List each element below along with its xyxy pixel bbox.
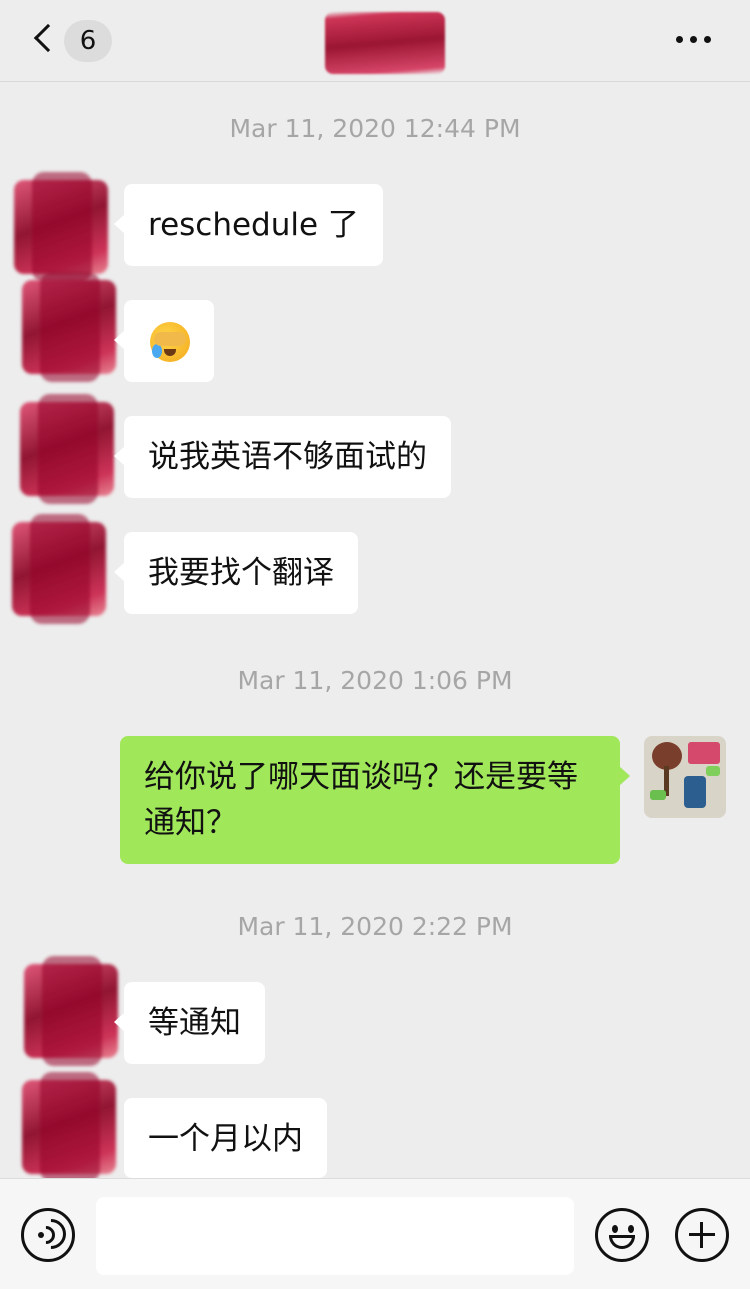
chat-header: 6 bbox=[0, 0, 750, 82]
emoji-button[interactable] bbox=[595, 1208, 649, 1262]
message-text: 给你说了哪天面谈吗？还是要等通知？ bbox=[144, 759, 578, 841]
message-bubble[interactable]: reschedule 了 bbox=[114, 184, 383, 266]
timestamp: Mar 11, 2020 2:22 PM bbox=[237, 912, 513, 941]
plus-button[interactable] bbox=[675, 1208, 729, 1262]
message-text: 说我英语不够面试的 bbox=[148, 439, 427, 475]
back-button[interactable]: 6 bbox=[28, 20, 118, 62]
message-text: reschedule 了 bbox=[148, 207, 359, 243]
face-with-hand-over-mouth-crying-emoji bbox=[150, 322, 190, 362]
avatar-redacted[interactable] bbox=[22, 272, 116, 382]
message-bubble[interactable]: 说我英语不够面试的 bbox=[114, 416, 451, 498]
chevron-left-icon bbox=[33, 23, 63, 53]
emoji-icon bbox=[612, 1225, 618, 1233]
avatar-redacted[interactable] bbox=[12, 514, 106, 624]
message-text: 一个月以内 bbox=[148, 1121, 303, 1157]
avatar-redacted[interactable] bbox=[24, 956, 118, 1066]
timestamp: Mar 11, 2020 1:06 PM bbox=[237, 666, 513, 695]
avatar-redacted[interactable] bbox=[22, 1072, 116, 1182]
input-bar bbox=[0, 1178, 750, 1289]
message-bubble[interactable]: 一个月以内 bbox=[124, 1098, 327, 1178]
chat-title-redacted bbox=[325, 12, 445, 74]
voice-button[interactable] bbox=[21, 1208, 75, 1262]
message-text: 我要找个翻译 bbox=[148, 555, 334, 591]
timestamp: Mar 11, 2020 12:44 PM bbox=[229, 114, 521, 143]
chat-screen: 6 Mar 11, 2020 12:44 PM reschedule 了 说我英… bbox=[0, 0, 750, 1289]
message-bubble[interactable]: 我要找个翻译 bbox=[114, 532, 358, 614]
self-avatar[interactable] bbox=[644, 736, 726, 818]
unread-count-badge: 6 bbox=[64, 20, 112, 62]
more-horizontal-icon bbox=[676, 36, 683, 43]
message-bubble[interactable] bbox=[114, 300, 214, 382]
message-bubble-outgoing[interactable]: 给你说了哪天面谈吗？还是要等通知？ bbox=[120, 736, 630, 864]
avatar-redacted[interactable] bbox=[20, 394, 114, 504]
message-input[interactable] bbox=[96, 1197, 574, 1275]
avatar-redacted[interactable] bbox=[14, 172, 108, 282]
message-text: 等通知 bbox=[148, 1005, 241, 1041]
message-bubble[interactable]: 等通知 bbox=[114, 982, 265, 1064]
more-button[interactable] bbox=[672, 28, 716, 50]
